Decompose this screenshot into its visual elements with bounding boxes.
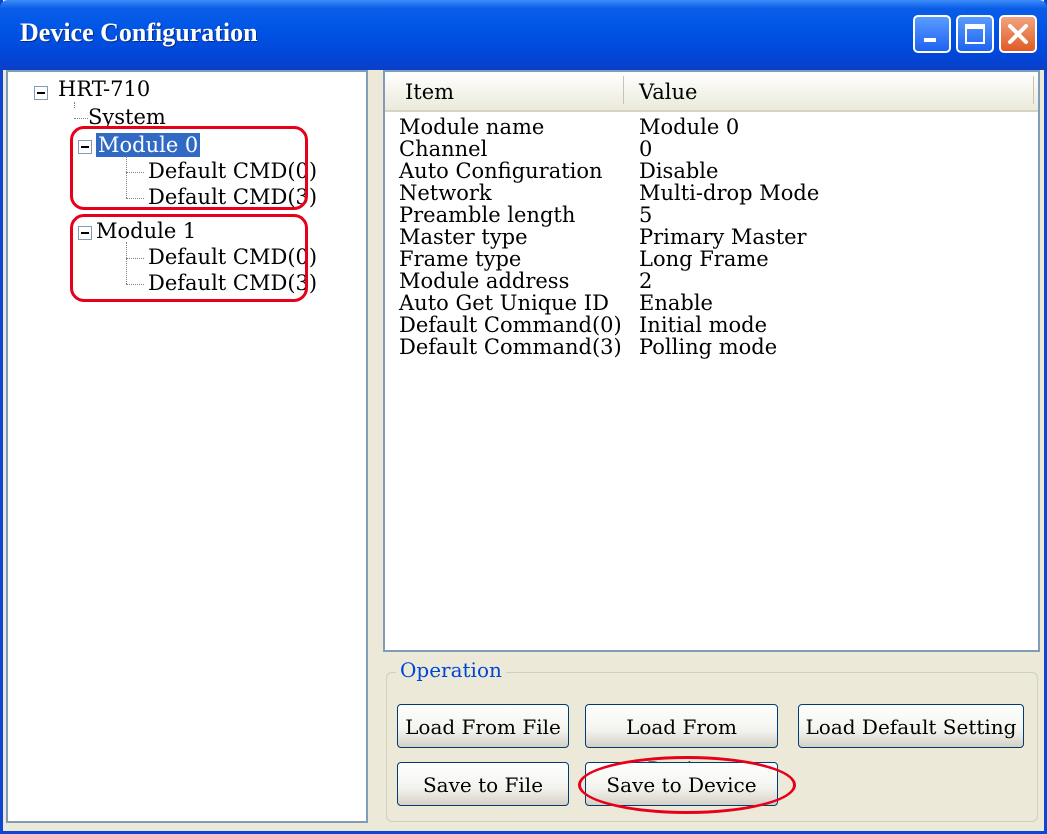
row-value: Multi-drop Mode	[639, 181, 820, 205]
tree-line	[74, 102, 75, 108]
list-row[interactable]: Auto Configuration Disable	[399, 159, 718, 183]
minimize-icon	[924, 38, 936, 42]
collapse-root-icon[interactable]	[34, 86, 48, 100]
list-header: Item Value	[385, 72, 1038, 112]
load-from-file-button[interactable]: Load From File	[397, 704, 569, 748]
row-value: Polling mode	[639, 335, 778, 359]
close-button[interactable]	[999, 15, 1037, 53]
list-row[interactable]: Default Command(3) Polling mode	[399, 335, 777, 359]
list-row[interactable]: Default Command(0) Initial mode	[399, 313, 767, 337]
list-row[interactable]: Frame type Long Frame	[399, 247, 769, 271]
row-value: Enable	[639, 291, 713, 315]
close-icon	[1008, 24, 1028, 44]
load-default-setting-button[interactable]: Load Default Setting	[798, 704, 1024, 748]
list-row[interactable]: Module name Module 0	[399, 115, 739, 139]
row-item: Auto Configuration	[399, 159, 603, 183]
list-row[interactable]: Auto Get Unique ID Enable	[399, 291, 713, 315]
list-row[interactable]: Preamble length 5	[399, 203, 652, 227]
row-item: Channel	[399, 137, 488, 161]
minimize-button[interactable]	[913, 15, 951, 53]
save-to-file-button[interactable]: Save to File	[397, 762, 569, 806]
row-value: 2	[639, 269, 653, 293]
column-header-value[interactable]: Value	[639, 80, 697, 104]
row-value: Initial mode	[639, 313, 768, 337]
row-item: Preamble length	[399, 203, 576, 227]
maximize-icon	[965, 24, 985, 44]
column-header-item[interactable]: Item	[405, 80, 454, 104]
row-item: Frame type	[399, 247, 522, 271]
window-title: Device Configuration	[20, 18, 258, 47]
list-row[interactable]: Channel 0	[399, 137, 652, 161]
maximize-button[interactable]	[956, 15, 994, 53]
properties-list[interactable]: Item Value Module name Module 0 Channel 0 …	[383, 70, 1040, 652]
row-value: Primary Master	[639, 225, 807, 249]
list-row[interactable]: Network Multi-drop Mode	[399, 181, 819, 205]
column-divider[interactable]	[1033, 76, 1034, 104]
list-row[interactable]: Master type Primary Master	[399, 225, 807, 249]
row-value: Long Frame	[639, 247, 769, 271]
annotation-save-to-device-highlight	[578, 756, 796, 814]
title-bar[interactable]: Device Configuration	[0, 0, 1047, 70]
tree-node-hrt-710[interactable]: HRT-710	[58, 76, 150, 102]
device-tree[interactable]: HRT-710 System Module 0 Default CMD(0) D…	[6, 70, 368, 823]
tree-line	[74, 118, 88, 119]
row-item: Module address	[399, 269, 570, 293]
row-item: Default Command(0)	[399, 313, 622, 337]
row-item: Master type	[399, 225, 528, 249]
column-divider[interactable]	[623, 76, 624, 104]
list-row[interactable]: Module address 2	[399, 269, 652, 293]
row-item: Network	[399, 181, 492, 205]
row-item: Auto Get Unique ID	[399, 291, 609, 315]
operation-group-title: Operation	[396, 658, 506, 682]
row-item: Module name	[399, 115, 545, 139]
row-item: Default Command(3)	[399, 335, 622, 359]
load-from-device-button[interactable]: Load From Device	[585, 704, 778, 781]
row-value: 0	[639, 137, 653, 161]
annotation-module-1-highlight	[70, 214, 308, 302]
row-value: Disable	[639, 159, 719, 183]
annotation-module-0-highlight	[70, 126, 308, 210]
row-value: 5	[639, 203, 653, 227]
row-value: Module 0	[639, 115, 740, 139]
